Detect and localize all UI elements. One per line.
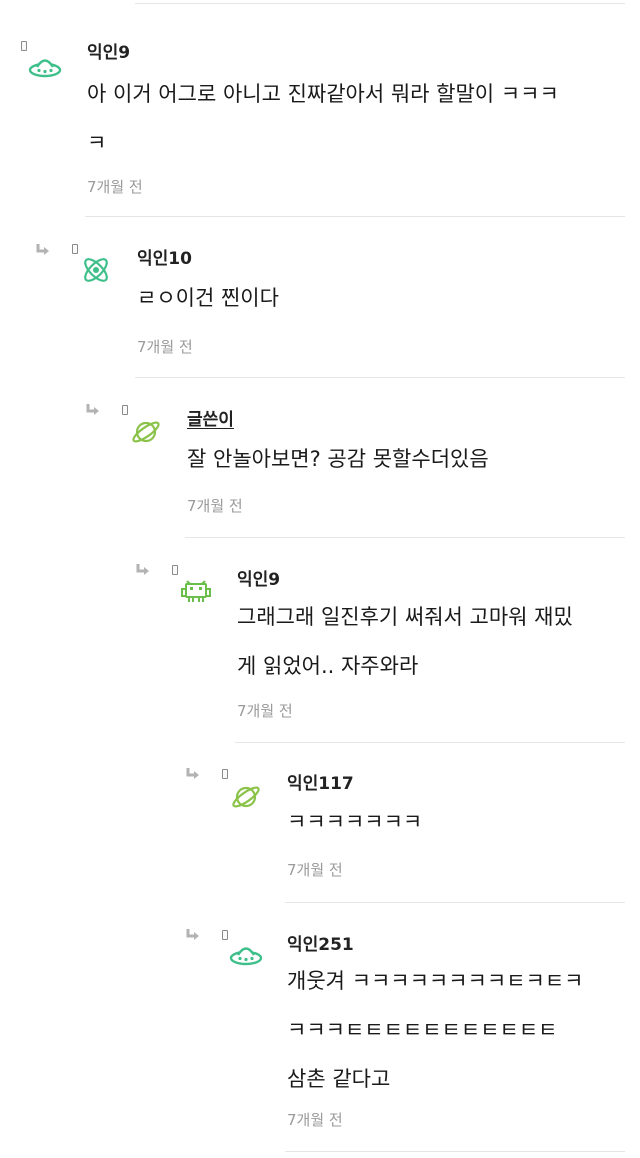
comment-line: 개웃겨 ㅋㅋㅋㅋㅋㅋㅋㅋㅌㅋㅌㅋ xyxy=(287,969,584,993)
comment-reply: 글쓴이 잘 안놀아보면? 공감 못할수더있음 7개월 전 xyxy=(0,377,640,537)
comment-reply: 익인251 개웃겨 ㅋㅋㅋㅋㅋㅋㅋㅋㅌㅋㅌㅋ ㅋㅋㅋㅌㅌㅌㅌㅌㅌㅌㅌㅌㅌㅌ 삼촌… xyxy=(0,902,640,1152)
comment-options-marker[interactable] xyxy=(172,565,178,575)
comment-timestamp: 7개월 전 xyxy=(287,1111,343,1129)
comment-author[interactable]: 익인251 xyxy=(287,930,354,955)
comment-line: 잘 안놀아보면? 공감 못할수더있음 xyxy=(187,447,489,471)
comment-body: ㅋㅋㅋㅋㅋㅋㅋ xyxy=(287,798,422,847)
comment-timestamp: 7개월 전 xyxy=(87,178,143,196)
reply-arrow-icon xyxy=(86,404,99,415)
comment-options-marker[interactable] xyxy=(222,769,228,779)
comment: 익인9 아 이거 어그로 아니고 진짜같아서 뭐라 할말이 ㅋㅋㅋ ㅋ 7개월 … xyxy=(0,0,640,215)
comment-line: 삼촌 같다고 xyxy=(287,1067,391,1091)
comment-line: ㅋ xyxy=(87,131,107,155)
comment-line: 게 읽었어.. 자주와라 xyxy=(237,654,419,678)
comment-timestamp: 7개월 전 xyxy=(187,497,243,515)
comment-options-marker[interactable] xyxy=(72,244,78,254)
comment-line: 아 이거 어그로 아니고 진짜같아서 뭐라 할말이 ㅋㅋㅋ xyxy=(87,82,559,106)
comment-body: ㄹㅇ이건 찐이다 xyxy=(137,274,279,323)
comment-author[interactable]: 익인9 xyxy=(237,565,280,590)
comment-line: ㅋㅋㅋㅌㅌㅌㅌㅌㅌㅌㅌㅌㅌㅌ xyxy=(287,1018,558,1042)
planet-icon xyxy=(232,786,260,808)
comment-reply: 익인117 ㅋㅋㅋㅋㅋㅋㅋ 7개월 전 xyxy=(0,742,640,902)
comment-author[interactable]: 익인117 xyxy=(287,769,354,794)
comment-line: ㄹㅇ이건 찐이다 xyxy=(137,286,279,310)
comment-timestamp: 7개월 전 xyxy=(287,861,343,879)
comment-timestamp: 7개월 전 xyxy=(137,338,193,356)
reply-arrow-icon xyxy=(136,564,149,575)
comment-author[interactable]: 익인10 xyxy=(137,244,192,269)
comment-timestamp: 7개월 전 xyxy=(237,702,293,720)
comment-author[interactable]: 글쓴이 xyxy=(187,405,234,430)
reply-arrow-icon xyxy=(186,768,199,779)
ufo-icon xyxy=(229,947,263,966)
comment-author[interactable]: 익인9 xyxy=(87,38,130,63)
planet-icon xyxy=(132,421,160,443)
comment-options-marker[interactable] xyxy=(122,405,128,415)
comment-thread: 익인9 아 이거 어그로 아니고 진짜같아서 뭐라 할말이 ㅋㅋㅋ ㅋ 7개월 … xyxy=(0,0,640,1158)
comment-options-marker[interactable] xyxy=(21,41,27,51)
atom-icon xyxy=(84,258,108,282)
comment-options-marker[interactable] xyxy=(222,930,228,940)
ufo-icon xyxy=(28,59,62,78)
comment-divider xyxy=(285,1151,625,1152)
comment-body: 개웃겨 ㅋㅋㅋㅋㅋㅋㅋㅋㅌㅋㅌㅋ ㅋㅋㅋㅌㅌㅌㅌㅌㅌㅌㅌㅌㅌㅌ 삼촌 같다고 xyxy=(287,957,583,1104)
reply-arrow-icon xyxy=(186,929,199,940)
comment-body: 아 이거 어그로 아니고 진짜같아서 뭐라 할말이 ㅋㅋㅋ ㅋ xyxy=(87,70,559,168)
comment-body: 잘 안놀아보면? 공감 못할수더있음 xyxy=(187,435,489,484)
comment-line: ㅋㅋㅋㅋㅋㅋㅋ xyxy=(287,810,423,834)
comment-line: 그래그래 일진후기 써줘서 고마워 재밌 xyxy=(237,605,573,629)
comment-reply: 익인9 그래그래 일진후기 써줘서 고마워 재밌 게 읽었어.. 자주와라 7개… xyxy=(0,537,640,742)
space-invader-icon xyxy=(181,580,211,602)
reply-arrow-icon xyxy=(36,244,49,255)
comment-reply: 익인10 ㄹㅇ이건 찐이다 7개월 전 xyxy=(0,216,640,376)
comment-body: 그래그래 일진후기 써줘서 고마워 재밌 게 읽었어.. 자주와라 xyxy=(237,593,573,691)
